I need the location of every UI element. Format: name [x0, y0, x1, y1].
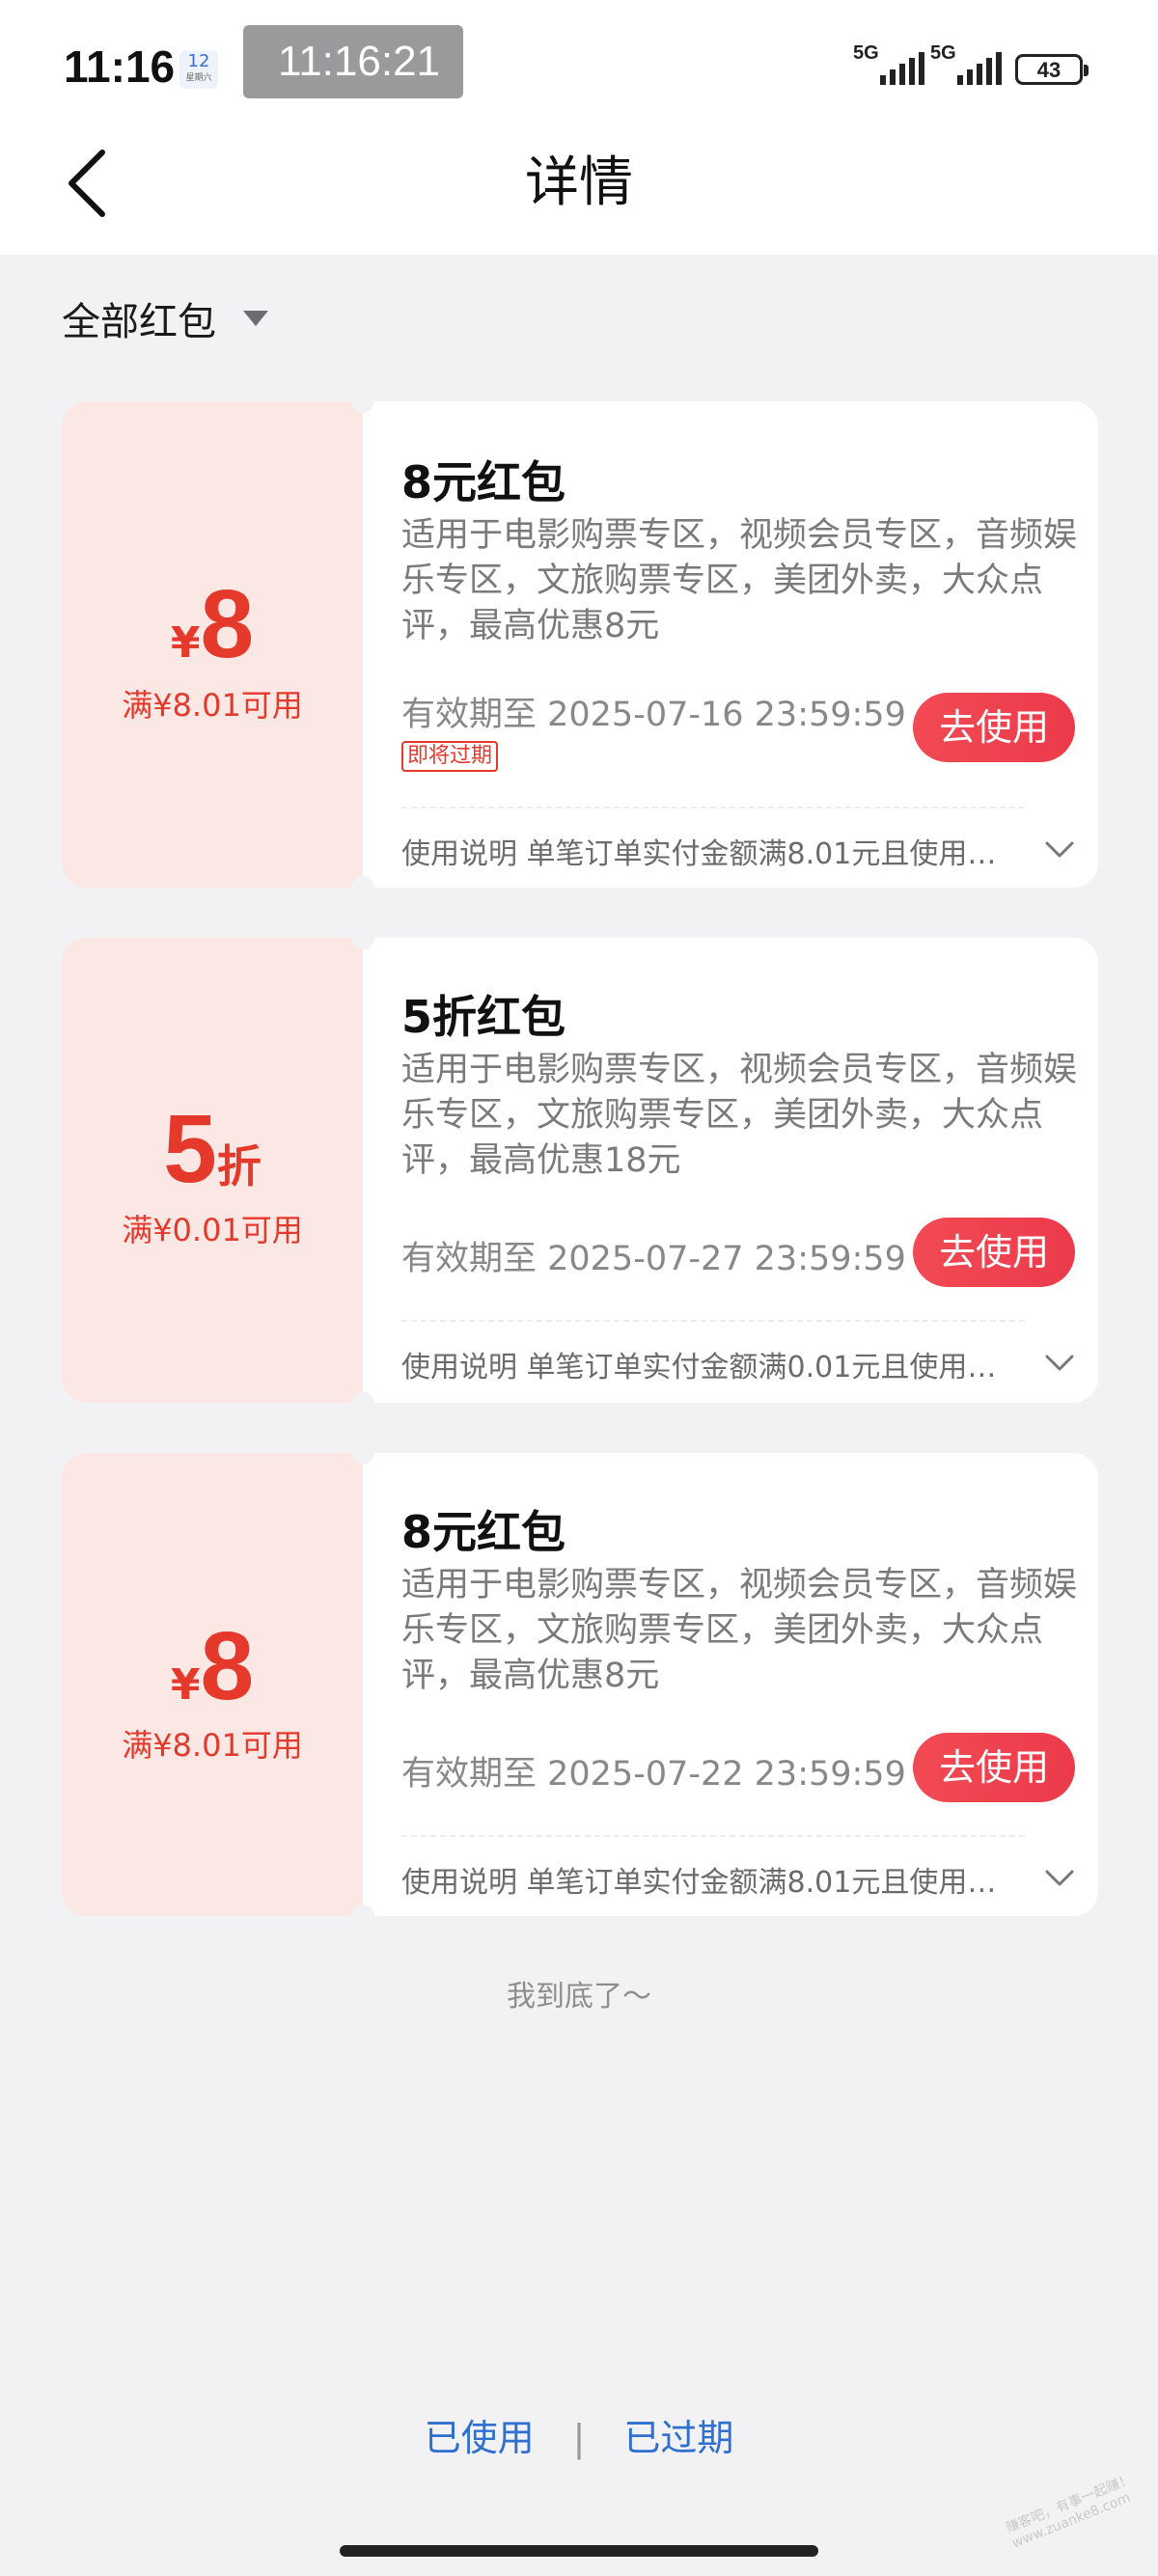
expiring-soon-badge: 即将过期	[401, 741, 499, 772]
coupon-title: 8元红包	[401, 1506, 566, 1558]
chevron-down-icon[interactable]	[1044, 1862, 1075, 1893]
usage-note[interactable]: 使用说明 单笔订单实付金额满8.01元且使用…	[401, 830, 1029, 872]
expired-link[interactable]: 已过期	[623, 2417, 733, 2459]
coupon-expiry: 有效期至 2025-07-27 23:59:59	[401, 1240, 906, 1278]
ticket-notch	[351, 876, 374, 899]
battery-level: 43	[1036, 58, 1062, 82]
divider	[401, 1320, 1025, 1322]
use-coupon-button[interactable]: 去使用	[913, 1733, 1075, 1802]
ticket-notch	[351, 1441, 374, 1465]
network-label-1: 5G	[853, 42, 879, 64]
battery-icon: 43	[1015, 54, 1089, 85]
coupon-description: 适用于电影购票专区，视频会员专区，音频娱乐专区，文旅购票专区，美团外卖，大众点评…	[401, 516, 1078, 645]
coupon-threshold: 满¥8.01可用	[122, 687, 303, 724]
usage-note[interactable]: 使用说明 单笔订单实付金额满8.01元且使用…	[401, 1858, 1029, 1901]
coupon-title: 5折红包	[401, 991, 566, 1043]
filter-dropdown[interactable]: 全部红包	[62, 289, 268, 347]
ticket-notch	[351, 926, 374, 949]
divider	[401, 807, 1025, 808]
ticket-notch	[351, 1905, 374, 1928]
coupon-amount: ¥8	[62, 569, 363, 680]
coupon-description: 适用于电影购票专区，视频会员专区，音频娱乐专区，文旅购票专区，美团外卖，大众点评…	[401, 1051, 1078, 1180]
usage-note[interactable]: 使用说明 单笔订单实付金额满0.01元且使用…	[401, 1343, 1029, 1385]
watermark: 赚客吧，有事一起赚！www.zuanke8.com	[1004, 2471, 1136, 2552]
network-label-2: 5G	[930, 42, 956, 64]
signal-icon-2	[957, 52, 1002, 85]
coupon-threshold: 满¥8.01可用	[122, 1727, 303, 1764]
amount-value: 5	[163, 1095, 217, 1203]
coupon-expiry: 有效期至 2025-07-22 23:59:59	[401, 1755, 906, 1794]
chevron-down-icon[interactable]	[1044, 1347, 1075, 1378]
chevron-down-icon[interactable]	[1044, 834, 1075, 864]
page-title: 详情	[525, 151, 633, 214]
amount-value: 8	[200, 570, 255, 678]
coupon-title: 8元红包	[401, 456, 566, 508]
use-coupon-button[interactable]: 去使用	[913, 1218, 1075, 1287]
coupon-description: 适用于电影购票专区，视频会员专区，音频娱乐专区，文旅购票专区，美团外卖，大众点评…	[401, 1566, 1078, 1695]
ticket-notch	[351, 390, 374, 413]
filter-label: 全部红包	[62, 300, 216, 344]
calendar-day: 12	[187, 51, 210, 71]
use-coupon-button[interactable]: 去使用	[913, 693, 1075, 762]
signal-icon	[880, 52, 924, 85]
coupon-threshold: 满¥0.01可用	[122, 1212, 303, 1248]
currency-symbol: ¥	[170, 618, 201, 668]
calendar-icon: 12 星期六	[179, 50, 218, 89]
end-of-list-text: 我到底了～	[507, 1980, 651, 2014]
calendar-sub: 星期六	[185, 73, 212, 83]
divider	[401, 1835, 1025, 1837]
time-overlay-pill: 11:16:21	[243, 25, 463, 98]
footer-separator: |	[572, 2417, 586, 2459]
caret-down-icon	[243, 311, 268, 326]
home-indicator[interactable]	[340, 2545, 818, 2557]
used-link[interactable]: 已使用	[425, 2417, 535, 2459]
footer-links: 已使用 | 已过期	[0, 2408, 1158, 2461]
discount-unit: 折	[216, 1140, 262, 1192]
currency-symbol: ¥	[170, 1660, 201, 1710]
ticket-notch	[351, 1391, 374, 1414]
coupon-expiry: 有效期至 2025-07-16 23:59:59	[401, 696, 906, 734]
coupon-amount: 5折	[62, 1094, 363, 1205]
status-time: 11:16	[64, 41, 176, 92]
amount-value: 8	[200, 1612, 255, 1720]
coupon-amount: ¥8	[62, 1611, 363, 1722]
